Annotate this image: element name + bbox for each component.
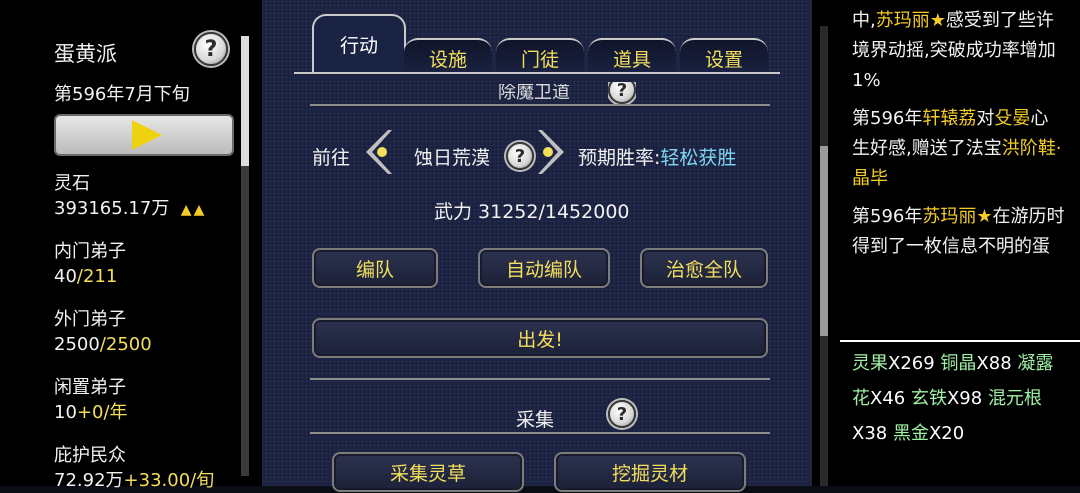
stat-idle-disciples: 闲置弟子 10+0/年 [54,375,128,425]
stat-label: 闲置弟子 [54,377,126,398]
log-text: 第596年 [852,108,923,129]
stat-max: /211 [76,266,118,287]
log-text: 第596年 [852,206,923,227]
character-name[interactable]: 苏玛丽★ [876,10,946,31]
log-text: 中, [852,10,876,31]
win-rate-value: 轻松获胜 [660,147,737,169]
heal-all-button[interactable]: 治愈全队 [640,248,768,288]
win-rate: 预期胜率:轻松获胜 [578,143,736,170]
character-name[interactable]: 殳晏 [994,108,1030,129]
stat-value: 10 [54,402,77,423]
resource-item: 黑金X20 [892,423,965,444]
question-icon: ? [608,82,636,104]
stat-value: 393165.17万 [54,198,170,219]
resource-list: 灵果X269 铜晶X88 凝露花X46 玄铁X98 混元根X38 黑金X20 [852,346,1066,451]
tab-action[interactable]: 行动 [312,14,406,72]
stat-outer-disciples: 外门弟子 2500/2500 [54,307,152,357]
question-icon: ? [608,400,636,428]
event-log: 中,苏玛丽★感受到了些许境界动摇,突破成功率增加1% 第596年轩辕荔对殳晏心生… [852,6,1066,270]
divider [310,432,770,434]
mine-materials-button[interactable]: 挖掘灵材 [554,452,746,492]
stat-label: 灵石 [54,173,90,194]
destination-name: 蚀日荒漠 [414,147,491,169]
game-date: 第596年7月下旬 [54,84,190,105]
tab-bar: 行动 设施 门徒 道具 设置 [292,0,792,80]
log-entry: 第596年轩辕荔对殳晏心生好感,赠送了法宝洪阶鞋·晶毕 [852,104,1066,194]
scroll-thumb[interactable] [241,36,249,166]
action-panel: 行动 设施 门徒 道具 设置 除魔卫道 ? 前往 蚀日荒漠 ? 预期胜率:轻松获… [262,0,812,492]
tab-disciples[interactable]: 门徒 [496,38,584,76]
prev-destination-arrow-icon[interactable] [362,128,396,176]
divider [310,104,770,106]
character-name[interactable]: 轩辕荔 [922,108,976,129]
tab-settings[interactable]: 设置 [680,38,768,76]
resource-item: 玄铁X98 [910,388,988,409]
depart-button[interactable]: 出发! [312,318,768,358]
stat-inner-disciples: 内门弟子 40/211 [54,239,126,289]
collect-help-button[interactable]: ? [608,400,636,428]
resource-item: 灵果X269 [852,353,941,374]
power-readout: 武力 31252/1452000 [434,201,630,223]
tab-divider [294,72,780,74]
destination-help-button[interactable]: ? [506,142,534,170]
left-scrollbar[interactable] [241,36,249,476]
scroll-thumb[interactable] [820,146,828,336]
win-rate-label: 预期胜率: [578,147,661,169]
left-sidebar: 蛋黄派 ? 第596年7月下旬 灵石 393165.17万 ▲▲ 内门弟子 40… [0,0,262,491]
log-text: 对 [976,108,995,129]
divider [310,378,770,380]
next-destination-arrow-icon[interactable] [534,128,568,176]
stat-max: /2500 [99,334,152,355]
question-icon: ? [506,142,534,170]
stat-value: 72.92万 [54,470,124,491]
tab-items[interactable]: 道具 [588,38,676,76]
stat-label: 外门弟子 [54,309,126,330]
goto-label: 前往 [312,147,351,169]
log-scrollbar[interactable] [820,26,828,486]
stat-label: 内门弟子 [54,241,126,262]
resource-item: 铜晶X88 [940,353,1018,374]
stat-rate: +0/年 [76,402,128,423]
stat-value: 2500 [54,334,100,355]
mission-title: 除魔卫道 [498,82,570,103]
log-entry: 第596年苏玛丽★在游历时得到了一枚信息不明的蛋 [852,202,1066,262]
auto-formation-button[interactable]: 自动编队 [478,248,610,288]
formation-button[interactable]: 编队 [312,248,438,288]
sect-name: 蛋黄派 [54,42,117,66]
collect-section-title: 采集 [516,409,555,431]
stat-rate: +33.00/旬 [123,470,215,491]
sect-help-button[interactable]: ? [194,32,228,66]
stat-value: 40 [54,266,77,287]
divider [840,340,1080,342]
stat-lingshi: 灵石 393165.17万 ▲▲ [54,171,206,223]
tab-facilities[interactable]: 设施 [404,38,492,76]
log-entry: 中,苏玛丽★感受到了些许境界动摇,突破成功率增加1% [852,6,1066,96]
gather-herbs-button[interactable]: 采集灵草 [332,452,524,492]
advance-time-button[interactable] [54,114,234,156]
stat-label: 庇护民众 [54,445,126,466]
mission-help-button[interactable]: ? [608,82,636,104]
trend-up-icon: ▲▲ [180,202,207,218]
character-name[interactable]: 苏玛丽★ [922,206,992,227]
play-icon [132,120,162,150]
question-icon: ? [194,32,228,66]
